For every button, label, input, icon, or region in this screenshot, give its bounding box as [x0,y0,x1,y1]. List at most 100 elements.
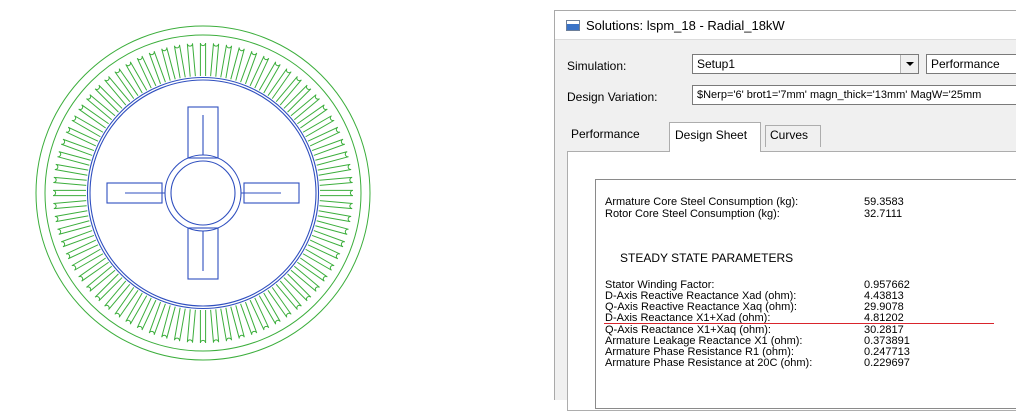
solutions-window: Solutions: lspm_18 - Radial_18kW Simulat… [554,10,1016,411]
stator-slot [136,297,157,331]
stator-slot [173,307,186,342]
sheet-row-label: Rotor Core Steel Consumption (kg): [605,208,780,220]
stator-slot [86,265,116,292]
stator-slot [60,230,95,248]
stator-slot [297,257,328,282]
stator-slot [86,94,116,121]
stator-slot [290,94,320,121]
stator-slot [258,61,281,94]
stator-slot [275,280,302,310]
design-sheet-text-area: Armature Core Steel Consumption (kg): 59… [595,179,1016,409]
simulation-label: Simulation: [567,59,627,73]
tab-performance[interactable]: Performance [571,127,640,141]
stator-slot [78,257,109,282]
stator-slot [125,292,148,325]
stator-slot [65,239,99,260]
stator-slot [302,248,335,271]
stator-slot [283,84,312,113]
stator-slot [307,239,341,260]
design-variation-label: Design Variation: [567,90,658,104]
stator-slot [199,310,207,344]
design-variation-field[interactable]: $Nerp='6' brot1='7mm' magn_thick='13mm' … [692,85,1016,105]
stator-slot [71,115,104,138]
rotor-outer-circle [89,79,317,307]
rotor [86,76,320,310]
stator-slot [249,55,270,89]
stator-slot [240,301,258,336]
stator-slot [311,138,346,156]
stator-slot [290,265,320,292]
stator-slot [114,68,139,99]
stator-slot [186,309,196,343]
stator-slot [114,287,139,318]
stator-slot [199,42,207,76]
stator-slot [302,115,335,138]
stator-bore-circle [86,76,320,310]
stator-slot [317,163,352,176]
stator-slot [240,50,258,85]
stator-slot [54,163,89,176]
window-app-icon [566,20,580,31]
stator-slot [319,176,353,186]
sheet-row-value: 32.7111 [864,208,903,220]
sheet-row-label: Armature Core Steel Consumption (kg): [605,196,799,208]
stator-slot [53,200,87,210]
setup-dropdown-value: Setup1 [697,57,736,71]
stator-slots [52,42,354,344]
simulation-type-value: Performance [931,57,1000,71]
stator-slot [53,176,87,186]
stator-slot [78,104,109,129]
stator-slot [210,43,220,77]
sheet-row-label: Armature Phase Resistance at 20C (ohm): [605,357,813,369]
shaft-circle [170,160,236,226]
stator-slot [173,44,186,79]
stator-slot [230,47,245,81]
stator-slot [94,273,123,302]
simulation-type-dropdown[interactable]: Performance [926,54,1016,74]
stator-slot [220,44,233,79]
stator-slot [148,301,166,336]
tab-curves[interactable]: Curves [765,125,821,147]
stator-slot [258,292,281,325]
stator-slot [54,210,89,223]
section-header: STEADY STATE PARAMETERS [620,251,794,265]
stator-slot [60,138,95,156]
stator-slot [125,61,148,94]
stator-slot [52,189,86,197]
window-title: Solutions: lspm_18 - Radial_18kW [586,18,785,33]
setup-dropdown[interactable]: Setup1 [692,54,919,74]
stator-outer-circle [35,25,371,361]
stator-slot [275,76,302,106]
stator-slot [249,297,270,331]
stator-slot [320,189,354,197]
stator-slot [94,84,123,113]
sheet-row-value: 0.229697 [864,357,910,369]
stator-slot [307,126,341,147]
rotor-hub-outer [164,154,242,232]
stator-slot [210,309,220,343]
stator-slot [267,68,292,99]
stator-slot [186,43,196,77]
stator-slot [297,104,328,129]
stator-slot [65,126,99,147]
stator-slot [315,220,349,235]
chevron-down-icon[interactable] [900,55,918,73]
stator-slot [220,307,233,342]
stator-slot [315,151,349,166]
stator-slot [104,76,131,106]
sheet-row-value: 59.3583 [864,196,904,208]
stator-slot [230,305,245,339]
stator-slot [57,220,91,235]
stator-slot [317,210,352,223]
title-bar: Solutions: lspm_18 - Radial_18kW [555,11,1016,40]
stator-slot [71,248,104,271]
stator-lamination [35,25,371,361]
motor-cross-section [35,25,371,361]
stator-slot [104,280,131,310]
stator-slot [319,200,353,210]
stator-yoke-circle [44,34,362,352]
stator-slot [161,47,176,81]
stator-slot [311,230,346,248]
stator-slot [267,287,292,318]
tab-design-sheet[interactable]: Design Sheet [669,122,761,152]
